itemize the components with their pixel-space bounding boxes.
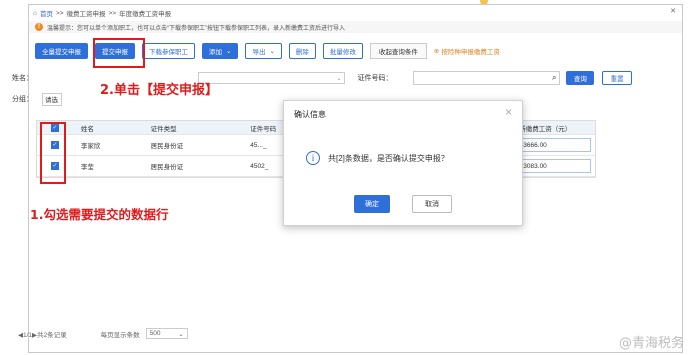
- add-button-label: 添加: [209, 49, 222, 56]
- cell-id-type: 居民身份证: [150, 143, 184, 150]
- chevron-down-icon: ⌄: [336, 75, 342, 82]
- id-label: 证件号码：: [357, 75, 393, 82]
- col-id-type: 证件类型: [150, 125, 177, 133]
- export-button-label: 导出: [252, 49, 266, 56]
- info-icon: i: [306, 151, 320, 165]
- dialog-body: i 共[2]条数据，是否确认提交申报？: [306, 151, 449, 165]
- chevron-down-icon: ⌄: [178, 330, 184, 338]
- breadcrumb-home[interactable]: 首页: [40, 8, 53, 18]
- wage-input[interactable]: 3083.00: [519, 159, 592, 173]
- annotation-step2: 2.单击【提交申报】: [100, 83, 218, 98]
- dialog-message: 共[2]条数据，是否确认提交申报？: [328, 153, 449, 163]
- export-button[interactable]: 导出 ⌄: [245, 43, 282, 59]
- search-button[interactable]: 查询: [566, 71, 595, 85]
- breadcrumb-level1[interactable]: 缴费工资申报: [67, 8, 106, 18]
- breadcrumb-sep: >>: [108, 9, 117, 17]
- pagination: ◀1/1▶共2条记录 每页显示条数 500 ⌄: [18, 328, 188, 339]
- cancel-button[interactable]: 取消: [412, 195, 452, 213]
- reset-button[interactable]: 重置: [602, 71, 632, 85]
- supplement-link-label: 按险种申报缴费工资: [441, 49, 500, 56]
- confirm-dialog: 确认信息 × i 共[2]条数据，是否确认提交申报？ 确定 取消: [283, 100, 523, 226]
- name-select[interactable]: ⌄: [197, 72, 346, 84]
- watermark: @青海税务: [619, 332, 684, 351]
- highlight-submit: [93, 38, 145, 68]
- wage-input[interactable]: 3666.00: [519, 138, 592, 152]
- add-button[interactable]: 添加 ⌄: [202, 43, 239, 59]
- home-icon[interactable]: ⌂: [33, 10, 37, 17]
- cell-name: 李莹: [80, 164, 94, 171]
- confirm-button[interactable]: 确定: [354, 195, 390, 213]
- tip-bar: ! 温馨提示：您可以单个添加职工，也可以点击“下载参保职工”按钮下载参保职工列表…: [29, 21, 682, 33]
- breadcrumb-sep: >>: [55, 9, 64, 17]
- watermark-text: @青海税务: [618, 336, 684, 351]
- group-select[interactable]: 请选: [42, 92, 62, 106]
- per-page-label: 每页显示条数: [100, 331, 140, 339]
- breadcrumb-level2: 年度缴费工资申报: [119, 11, 172, 18]
- collapse-filters-tab[interactable]: 收起查询条件: [369, 43, 427, 59]
- delete-button[interactable]: 删除: [288, 43, 316, 59]
- cell-name: 李家欣: [80, 143, 101, 150]
- search-icon[interactable]: ⌕: [552, 73, 556, 83]
- col-wage: 新缴费工资（元）: [519, 125, 572, 133]
- highlight-checkboxes: [40, 122, 66, 184]
- dialog-title: 确认信息: [294, 110, 326, 119]
- per-page-select[interactable]: 500 ⌄: [145, 328, 188, 339]
- submit-all-button[interactable]: 全量提交申报: [35, 43, 88, 59]
- warning-icon: !: [35, 23, 43, 31]
- circle-icon: ⊕: [433, 48, 440, 55]
- batch-edit-button[interactable]: 批量修改: [322, 43, 363, 59]
- chevron-down-icon: ⌄: [226, 48, 232, 55]
- tip-text: 温馨提示：您可以单个添加职工，也可以点击“下载参保职工”按钮下载参保职工列表，录…: [47, 25, 345, 32]
- annotation-step1: 1.勾选需要提交的数据行: [30, 207, 169, 222]
- chevron-down-icon: ⌄: [269, 48, 275, 55]
- id-input[interactable]: ⌕: [412, 71, 561, 85]
- cell-id-type: 居民身份证: [150, 164, 184, 171]
- page-info[interactable]: ◀1/1▶共2条记录: [18, 329, 67, 339]
- per-page-value: 500: [149, 330, 161, 337]
- breadcrumb: ⌂ 首页 >> 缴费工资申报 >> 年度缴费工资申报: [33, 8, 172, 19]
- name-label: 姓名：: [12, 75, 33, 82]
- supplement-link[interactable]: ⊕ 按险种申报缴费工资: [434, 46, 500, 56]
- group-label: 分组：: [12, 96, 33, 103]
- col-name: 姓名: [80, 125, 94, 133]
- close-icon[interactable]: ✕: [670, 7, 676, 15]
- close-icon[interactable]: ×: [505, 105, 512, 119]
- download-employees-button[interactable]: 下载参保职工: [142, 43, 195, 59]
